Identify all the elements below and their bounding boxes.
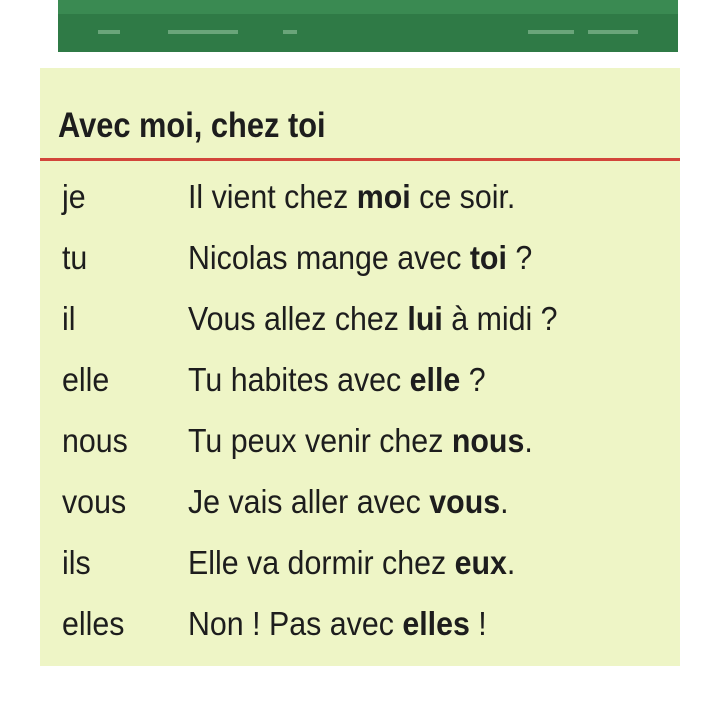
banner-mark [283, 30, 297, 34]
pronoun-label: il [62, 300, 76, 337]
stressed-pronoun: lui [407, 300, 443, 337]
pronoun-row-nous: nous Tu peux venir chez nous. [40, 422, 680, 483]
example-sentence: Vous allez chez lui à midi ? [188, 300, 558, 337]
stressed-pronoun: toi [469, 239, 507, 276]
pronoun-label: ils [62, 544, 91, 581]
example-sentence: Nicolas mange avec toi ? [188, 239, 533, 276]
example-sentence: Il vient chez moi ce soir. [188, 178, 516, 215]
pronoun-label: elles [62, 605, 125, 642]
pronoun-row-elle: elle Tu habites avec elle ? [40, 361, 680, 422]
stressed-pronoun: nous [451, 422, 525, 459]
top-green-banner [58, 0, 678, 52]
pronoun-label: tu [62, 239, 88, 276]
pronoun-label: vous [62, 483, 127, 520]
stressed-pronoun: eux [454, 544, 507, 581]
pronoun-list: je Il vient chez moi ce soir. tu Nicolas… [40, 178, 680, 666]
stressed-pronoun: elles [402, 605, 470, 642]
pronoun-row-tu: tu Nicolas mange avec toi ? [40, 239, 680, 300]
example-sentence: Tu habites avec elle ? [188, 361, 486, 398]
pronoun-row-je: je Il vient chez moi ce soir. [40, 178, 680, 239]
example-sentence: Je vais aller avec vous. [188, 483, 509, 520]
banner-mark [98, 30, 120, 34]
pronoun-row-ils: ils Elle va dormir chez eux. [40, 544, 680, 605]
box-title: Avec moi, chez toi [58, 106, 326, 145]
stressed-pronoun: vous [429, 483, 501, 520]
grammar-box: Avec moi, chez toi je Il vient chez moi … [40, 68, 680, 666]
pronoun-row-elles: elles Non ! Pas avec elles ! [40, 605, 680, 666]
banner-mark [588, 30, 638, 34]
example-sentence: Tu peux venir chez nous. [188, 422, 533, 459]
title-underline [40, 158, 680, 161]
stressed-pronoun: elle [409, 361, 461, 398]
example-sentence: Elle va dormir chez eux. [188, 544, 516, 581]
pronoun-label: elle [62, 361, 110, 398]
pronoun-row-il: il Vous allez chez lui à midi ? [40, 300, 680, 361]
banner-band [58, 0, 678, 14]
banner-mark [168, 30, 238, 34]
example-sentence: Non ! Pas avec elles ! [188, 605, 487, 642]
pronoun-row-vous: vous Je vais aller avec vous. [40, 483, 680, 544]
banner-mark [528, 30, 574, 34]
stressed-pronoun: moi [356, 178, 411, 215]
pronoun-label: nous [62, 422, 128, 459]
pronoun-label: je [62, 178, 86, 215]
